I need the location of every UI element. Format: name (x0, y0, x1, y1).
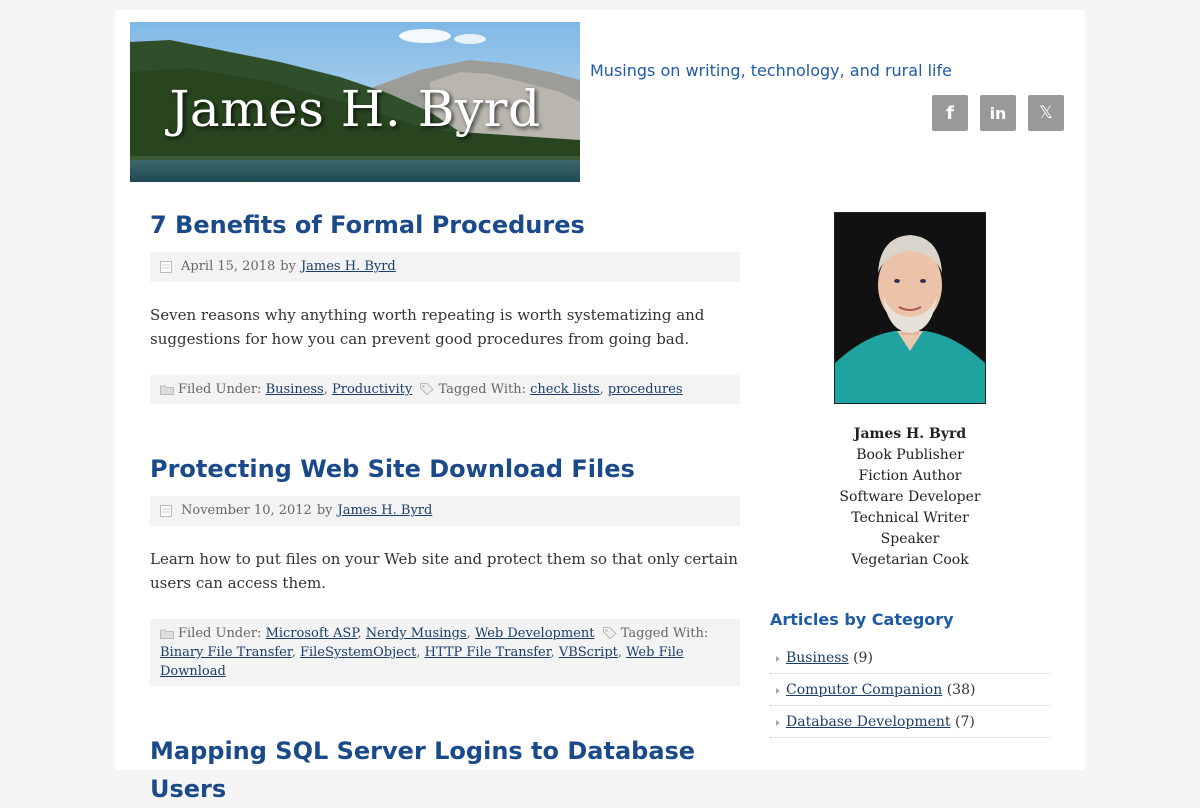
category-item: Business (9) (770, 642, 1050, 674)
post-date: November 10, 2012 (181, 503, 312, 518)
author-role: Technical Writer (851, 510, 969, 526)
linkedin-button[interactable]: in (980, 95, 1016, 131)
post-title-link[interactable]: Protecting Web Site Download Files (150, 450, 740, 490)
page-container: James H. Byrd Musings on writing, techno… (115, 10, 1085, 803)
category-link-database-development[interactable]: Database Development (786, 714, 951, 730)
post-author-link[interactable]: James H. Byrd (301, 258, 396, 276)
author-role: Vegetarian Cook (851, 552, 969, 568)
tag-link-vbscript[interactable]: VBScript (559, 645, 618, 660)
category-list: Business (9) Computor Companion (38) Dat… (770, 642, 1050, 738)
post-item: Mapping SQL Server Logins to Database Us… (150, 732, 740, 803)
site-tagline: Musings on writing, technology, and rura… (590, 61, 952, 80)
category-item: Database Development (7) (770, 706, 1050, 738)
filed-under-label: Filed Under: (178, 382, 262, 397)
category-link-computor-companion[interactable]: Computor Companion (786, 682, 942, 698)
post-list: 7 Benefits of Formal Procedures April 15… (150, 206, 740, 803)
tag-icon (420, 383, 435, 395)
post-footer-taxonomy: Filed Under: Business, Productivity Tagg… (150, 375, 740, 404)
author-photo (834, 212, 986, 404)
post-footer-taxonomy: Filed Under: Microsoft ASP, Nerdy Musing… (150, 619, 740, 686)
author-role: Book Publisher (856, 447, 964, 463)
category-count: (9) (853, 650, 873, 666)
post-by: by (316, 503, 333, 518)
category-count: (38) (946, 682, 976, 698)
tag-link-binary-file-transfer[interactable]: Binary File Transfer (160, 645, 292, 660)
author-bio: James H. Byrd Book Publisher Fiction Aut… (770, 424, 1050, 571)
category-link-business[interactable]: Business (266, 382, 324, 397)
social-links: f in 𝕏 (932, 95, 1064, 131)
post-excerpt: Seven reasons why anything worth repeati… (150, 306, 705, 348)
author-role: Speaker (880, 531, 940, 547)
calendar-icon (160, 505, 172, 517)
calendar-icon (160, 261, 172, 273)
category-link-nerdy-musings[interactable]: Nerdy Musings (366, 626, 467, 641)
post-excerpt: Learn how to put files on your Web site … (150, 550, 738, 592)
tag-icon (602, 627, 617, 639)
tag-link-procedures[interactable]: procedures (608, 382, 683, 397)
tagged-with-label: Tagged With: (620, 626, 709, 641)
linkedin-icon: in (989, 103, 1007, 123)
post-meta: November 10, 2012 by James H. Byrd (150, 496, 740, 526)
facebook-icon: f (946, 102, 954, 124)
post-date: April 15, 2018 (181, 259, 276, 274)
facebook-button[interactable]: f (932, 95, 968, 131)
category-link-microsoft-asp[interactable]: Microsoft ASP (266, 626, 358, 641)
category-link-business[interactable]: Business (786, 650, 849, 666)
post-title-link[interactable]: 7 Benefits of Formal Procedures (150, 206, 740, 246)
post-by: by (280, 259, 296, 274)
banner-title: James H. Byrd (169, 80, 541, 138)
post-item: 7 Benefits of Formal Procedures April 15… (150, 206, 740, 404)
folder-icon (160, 629, 174, 639)
category-count: (7) (955, 714, 975, 730)
post-meta: April 15, 2018 by James H. Byrd (150, 252, 740, 282)
filed-under-label: Filed Under: (178, 626, 262, 641)
folder-icon (160, 385, 174, 395)
tag-link-check-lists[interactable]: check lists (530, 382, 600, 397)
post-item: Protecting Web Site Download Files Novem… (150, 450, 740, 686)
author-role: Software Developer (839, 489, 981, 505)
tag-link-http-file-transfer[interactable]: HTTP File Transfer (425, 645, 551, 660)
category-link-productivity[interactable]: Productivity (332, 382, 412, 397)
post-title-link[interactable]: Mapping SQL Server Logins to Database Us… (150, 732, 740, 803)
x-twitter-button[interactable]: 𝕏 (1028, 95, 1064, 131)
tag-link-filesystemobject[interactable]: FileSystemObject (300, 645, 416, 660)
post-author-link[interactable]: James H. Byrd (338, 502, 433, 520)
author-portrait-image (835, 213, 985, 403)
category-item: Computor Companion (38) (770, 674, 1050, 706)
x-icon: 𝕏 (1039, 103, 1053, 123)
author-name: James H. Byrd (853, 426, 967, 442)
tagged-with-label: Tagged With: (438, 382, 526, 397)
category-link-web-development[interactable]: Web Development (475, 626, 595, 641)
site-banner[interactable]: James H. Byrd (130, 22, 580, 182)
author-role: Fiction Author (858, 468, 962, 484)
categories-widget-title: Articles by Category (770, 610, 954, 629)
